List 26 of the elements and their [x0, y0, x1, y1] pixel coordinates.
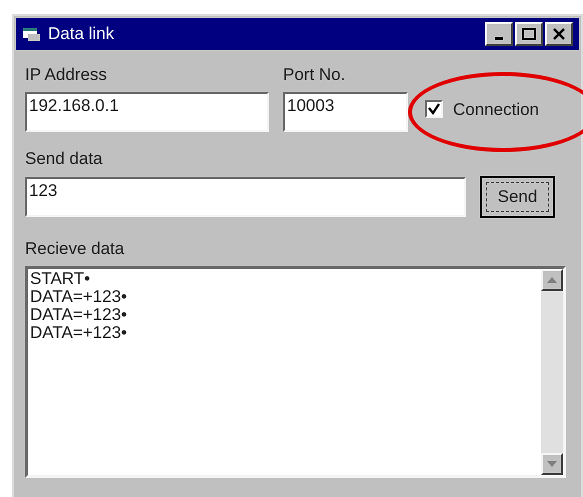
close-icon [553, 28, 565, 40]
port-field[interactable]: 10003 [283, 92, 408, 132]
received-line: START• [30, 270, 92, 288]
received-line: DATA=+123• [30, 324, 128, 342]
receive-data-area[interactable]: START• DATA=+123• DATA=+123• DATA=+123• [25, 266, 566, 478]
minimize-button[interactable] [485, 22, 513, 46]
connection-checkbox[interactable]: Connection [425, 96, 540, 122]
ip-address-field[interactable]: 192.168.0.1 [25, 92, 269, 132]
check-icon [428, 103, 440, 116]
maximize-button[interactable] [515, 22, 543, 46]
maximize-icon [522, 28, 536, 40]
close-button[interactable] [545, 22, 573, 46]
send-button[interactable]: Send [480, 176, 555, 218]
scrollbar[interactable] [541, 269, 563, 475]
received-line: DATA=+123• [30, 306, 128, 324]
port-label: Port No. [283, 64, 346, 86]
send-data-label: Send data [25, 148, 104, 170]
scroll-down-icon [547, 461, 557, 467]
receive-data-label: Recieve data [25, 238, 126, 260]
scroll-up-icon [547, 277, 557, 283]
received-line: DATA=+123• [30, 288, 128, 306]
send-data-field[interactable]: 123 [25, 177, 466, 217]
window-icon [22, 26, 42, 42]
window-title: Data link [48, 23, 116, 46]
minimize-icon [495, 36, 503, 40]
ip-address-label: IP Address [25, 64, 108, 86]
